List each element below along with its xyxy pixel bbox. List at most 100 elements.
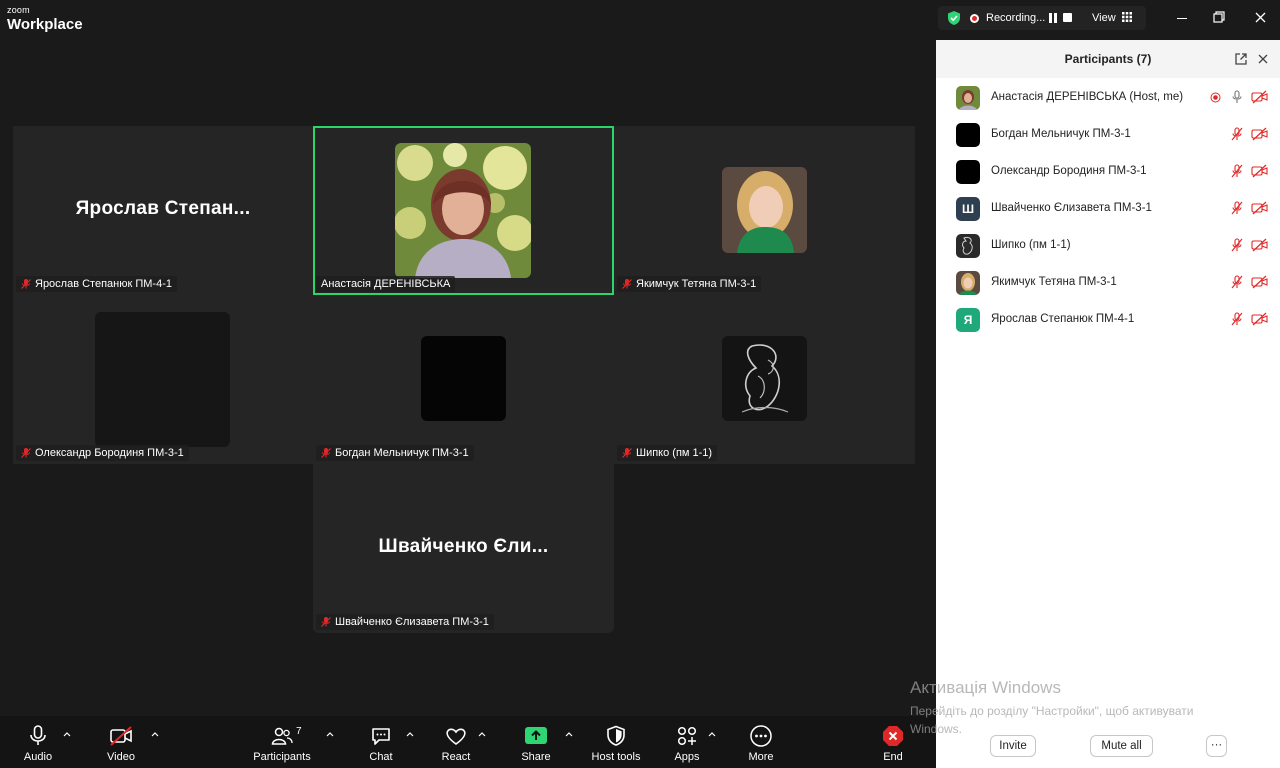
camera-off-icon[interactable] bbox=[1251, 312, 1268, 326]
mic-muted-icon bbox=[321, 617, 331, 627]
shield-check-icon[interactable] bbox=[946, 10, 962, 26]
recording-indicator-icon bbox=[1210, 92, 1221, 103]
participant-avatar bbox=[956, 123, 980, 147]
apps-options-caret-icon[interactable] bbox=[707, 730, 717, 738]
shield-icon bbox=[607, 725, 625, 746]
tile-nameplate: Анастасія ДЕРЕНІВСЬКА bbox=[316, 276, 456, 292]
brand-top: zoom bbox=[7, 5, 30, 15]
share-label: Share bbox=[521, 751, 551, 763]
tile-nameplate: Шипко (пм 1-1) bbox=[617, 445, 718, 461]
more-options-button[interactable]: ··· bbox=[1206, 735, 1227, 757]
participant-avatar: Я bbox=[956, 308, 980, 332]
camera-off-icon[interactable] bbox=[1251, 238, 1268, 252]
apps-label: Apps bbox=[674, 751, 700, 763]
participant-row[interactable]: Анастасія ДЕРЕНІВСЬКА (Host, me) bbox=[936, 80, 1280, 116]
video-options-caret-icon[interactable] bbox=[150, 730, 160, 738]
chat-button[interactable]: Chat bbox=[362, 716, 400, 768]
mute-all-button[interactable]: Mute all bbox=[1090, 735, 1153, 757]
host-tools-label: Host tools bbox=[591, 751, 641, 763]
camera-off-icon[interactable] bbox=[1251, 127, 1268, 141]
grid-view-icon[interactable] bbox=[1122, 12, 1132, 22]
mic-muted-icon[interactable] bbox=[1230, 127, 1244, 141]
video-tile-oleksandr[interactable]: Олександр Бородиня ПМ-3-1 bbox=[13, 295, 313, 464]
video-tile-bohdan[interactable]: Богдан Мельничук ПМ-3-1 bbox=[313, 295, 614, 464]
tile-name: Швайченко Єлизавета ПМ-3-1 bbox=[335, 616, 489, 628]
tile-name: Якимчук Тетяна ПМ-3-1 bbox=[636, 278, 757, 290]
tile-name: Ярослав Степанюк ПМ-4-1 bbox=[35, 278, 172, 290]
close-panel-icon[interactable] bbox=[1256, 52, 1270, 66]
restore-icon bbox=[1213, 11, 1225, 23]
audio-options-caret-icon[interactable] bbox=[62, 730, 72, 738]
react-options-caret-icon[interactable] bbox=[477, 730, 487, 738]
camera-off-icon[interactable] bbox=[1251, 90, 1268, 104]
more-label: More bbox=[748, 751, 774, 763]
participants-options-caret-icon[interactable] bbox=[325, 730, 335, 738]
participant-row[interactable]: Олександр Бородиня ПМ-3-1 bbox=[936, 154, 1280, 190]
participant-avatar bbox=[956, 234, 980, 258]
close-icon bbox=[1255, 12, 1266, 23]
participant-photo bbox=[722, 167, 807, 253]
video-tile-yakimchuk[interactable]: Якимчук Тетяна ПМ-3-1 bbox=[614, 126, 915, 295]
participant-name: Швайченко Єлизавета ПМ-3-1 bbox=[991, 202, 1152, 214]
mic-muted-icon[interactable] bbox=[1230, 275, 1244, 289]
participants-icon bbox=[271, 727, 293, 745]
more-icon bbox=[750, 725, 772, 747]
mic-muted-icon[interactable] bbox=[1230, 201, 1244, 215]
tile-nameplate: Швайченко Єлизавета ПМ-3-1 bbox=[316, 614, 494, 630]
participant-avatar bbox=[956, 86, 980, 110]
mic-muted-icon[interactable] bbox=[1230, 312, 1244, 326]
mic-on-icon[interactable] bbox=[1230, 90, 1244, 104]
tile-name: Шипко (пм 1-1) bbox=[636, 447, 713, 459]
video-tile-yaroslav[interactable]: Ярослав Степан... Ярослав Степанюк ПМ-4-… bbox=[13, 126, 313, 295]
participant-name: Олександр Бородиня ПМ-3-1 bbox=[991, 165, 1147, 177]
end-label: End bbox=[883, 751, 903, 763]
participant-name: Анастасія ДЕРЕНІВСЬКА (Host, me) bbox=[991, 91, 1184, 103]
pop-out-icon[interactable] bbox=[1234, 52, 1248, 66]
apps-button[interactable]: Apps bbox=[668, 716, 706, 768]
react-label: React bbox=[441, 751, 471, 763]
share-options-caret-icon[interactable] bbox=[564, 730, 574, 738]
title-bar: zoom Workplace Recording... View bbox=[0, 0, 1280, 40]
participant-row[interactable]: Ш Швайченко Єлизавета ПМ-3-1 bbox=[936, 191, 1280, 227]
camera-off-icon[interactable] bbox=[1251, 201, 1268, 215]
invite-button[interactable]: Invite bbox=[990, 735, 1036, 757]
participant-row[interactable]: Якимчук Тетяна ПМ-3-1 bbox=[936, 265, 1280, 301]
participant-avatar bbox=[956, 271, 980, 295]
participant-row[interactable]: Шипко (пм 1-1) bbox=[936, 228, 1280, 264]
participant-drawing bbox=[722, 336, 807, 421]
more-button[interactable]: More bbox=[742, 716, 780, 768]
meeting-toolbar: Audio Video Participants 7 Chat React Sh… bbox=[0, 716, 936, 768]
video-button[interactable]: Video bbox=[100, 716, 142, 768]
participant-row[interactable]: Богдан Мельничук ПМ-3-1 bbox=[936, 117, 1280, 153]
audio-label: Audio bbox=[23, 751, 53, 763]
mic-muted-icon[interactable] bbox=[1230, 164, 1244, 178]
participants-button[interactable]: Participants bbox=[250, 716, 314, 768]
video-tile-anastasia[interactable]: Анастасія ДЕРЕНІВСЬКА bbox=[313, 126, 614, 295]
mic-muted-icon bbox=[21, 448, 31, 458]
tile-big-name: Швайченко Єли... bbox=[378, 536, 549, 557]
stop-recording-icon[interactable] bbox=[1063, 13, 1072, 22]
end-button[interactable]: End bbox=[874, 716, 912, 768]
participant-row[interactable]: Я Ярослав Степанюк ПМ-4-1 bbox=[936, 302, 1280, 338]
close-window-button[interactable] bbox=[1246, 6, 1276, 30]
video-tile-shvaichenko[interactable]: Швайченко Єли... Швайченко Єлизавета ПМ-… bbox=[313, 464, 614, 633]
mic-muted-icon[interactable] bbox=[1230, 238, 1244, 252]
restore-button[interactable] bbox=[1204, 6, 1234, 30]
react-button[interactable]: React bbox=[436, 716, 476, 768]
share-button[interactable]: Share bbox=[516, 716, 556, 768]
tile-nameplate: Якимчук Тетяна ПМ-3-1 bbox=[617, 276, 762, 292]
view-button[interactable]: View bbox=[1092, 12, 1116, 24]
pause-recording-icon[interactable] bbox=[1049, 13, 1058, 23]
camera-off-icon[interactable] bbox=[1251, 275, 1268, 289]
panel-header: Participants (7) bbox=[936, 40, 1280, 78]
zoom-window: zoom Workplace Recording... View Ярослав… bbox=[0, 0, 1280, 768]
audio-button[interactable]: Audio bbox=[18, 716, 58, 768]
chat-options-caret-icon[interactable] bbox=[405, 730, 415, 738]
minimize-button[interactable] bbox=[1167, 6, 1197, 30]
video-tile-shypko[interactable]: Шипко (пм 1-1) bbox=[614, 295, 915, 464]
tile-nameplate: Ярослав Степанюк ПМ-4-1 bbox=[16, 276, 177, 292]
host-tools-button[interactable]: Host tools bbox=[588, 716, 644, 768]
end-meeting-icon bbox=[883, 726, 903, 746]
zoom-logo: zoom Workplace bbox=[7, 5, 83, 33]
camera-off-icon[interactable] bbox=[1251, 164, 1268, 178]
